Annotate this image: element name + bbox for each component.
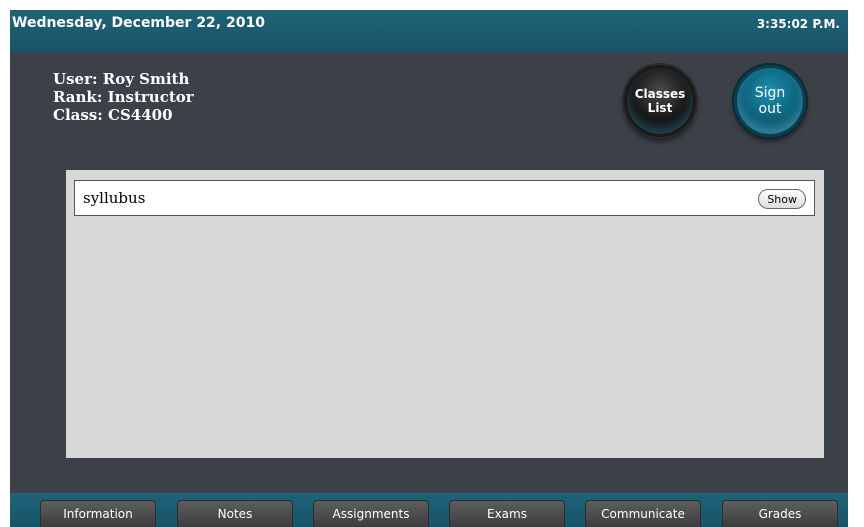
user-info: User: Roy Smith Rank: Instructor Class: …	[53, 70, 194, 124]
app-window: Wednesday, December 22, 2010 3:35:02 P.M…	[10, 10, 848, 527]
tab-information[interactable]: Information	[40, 500, 156, 527]
classes-list-label-1: Classes	[634, 87, 686, 101]
classes-list-button[interactable]: Classes List	[624, 65, 696, 137]
list-item: syllubus Show	[74, 180, 815, 216]
classes-list-label-2: List	[647, 101, 673, 115]
sign-out-label-1: Sign	[754, 85, 786, 101]
tab-communicate[interactable]: Communicate	[585, 500, 701, 527]
tab-assignments[interactable]: Assignments	[313, 500, 429, 527]
tab-notes[interactable]: Notes	[177, 500, 293, 527]
top-bar: Wednesday, December 22, 2010 3:35:02 P.M…	[10, 10, 848, 52]
user-name: User: Roy Smith	[53, 70, 190, 88]
sign-out-label-2: out	[758, 101, 782, 117]
current-date: Wednesday, December 22, 2010	[12, 15, 265, 31]
list-item-label: syllubus	[83, 189, 146, 207]
tab-exams[interactable]: Exams	[449, 500, 565, 527]
content-panel: syllubus Show	[66, 170, 824, 458]
show-button[interactable]: Show	[758, 189, 806, 209]
user-class: Class: CS4400	[53, 106, 173, 124]
tab-grades[interactable]: Grades	[722, 500, 838, 527]
sign-out-button[interactable]: Sign out	[734, 65, 806, 137]
bottom-tab-bar: Information Notes Assignments Exams Comm…	[10, 493, 848, 527]
current-time: 3:35:02 P.M.	[756, 17, 840, 31]
user-rank: Rank: Instructor	[53, 88, 194, 106]
